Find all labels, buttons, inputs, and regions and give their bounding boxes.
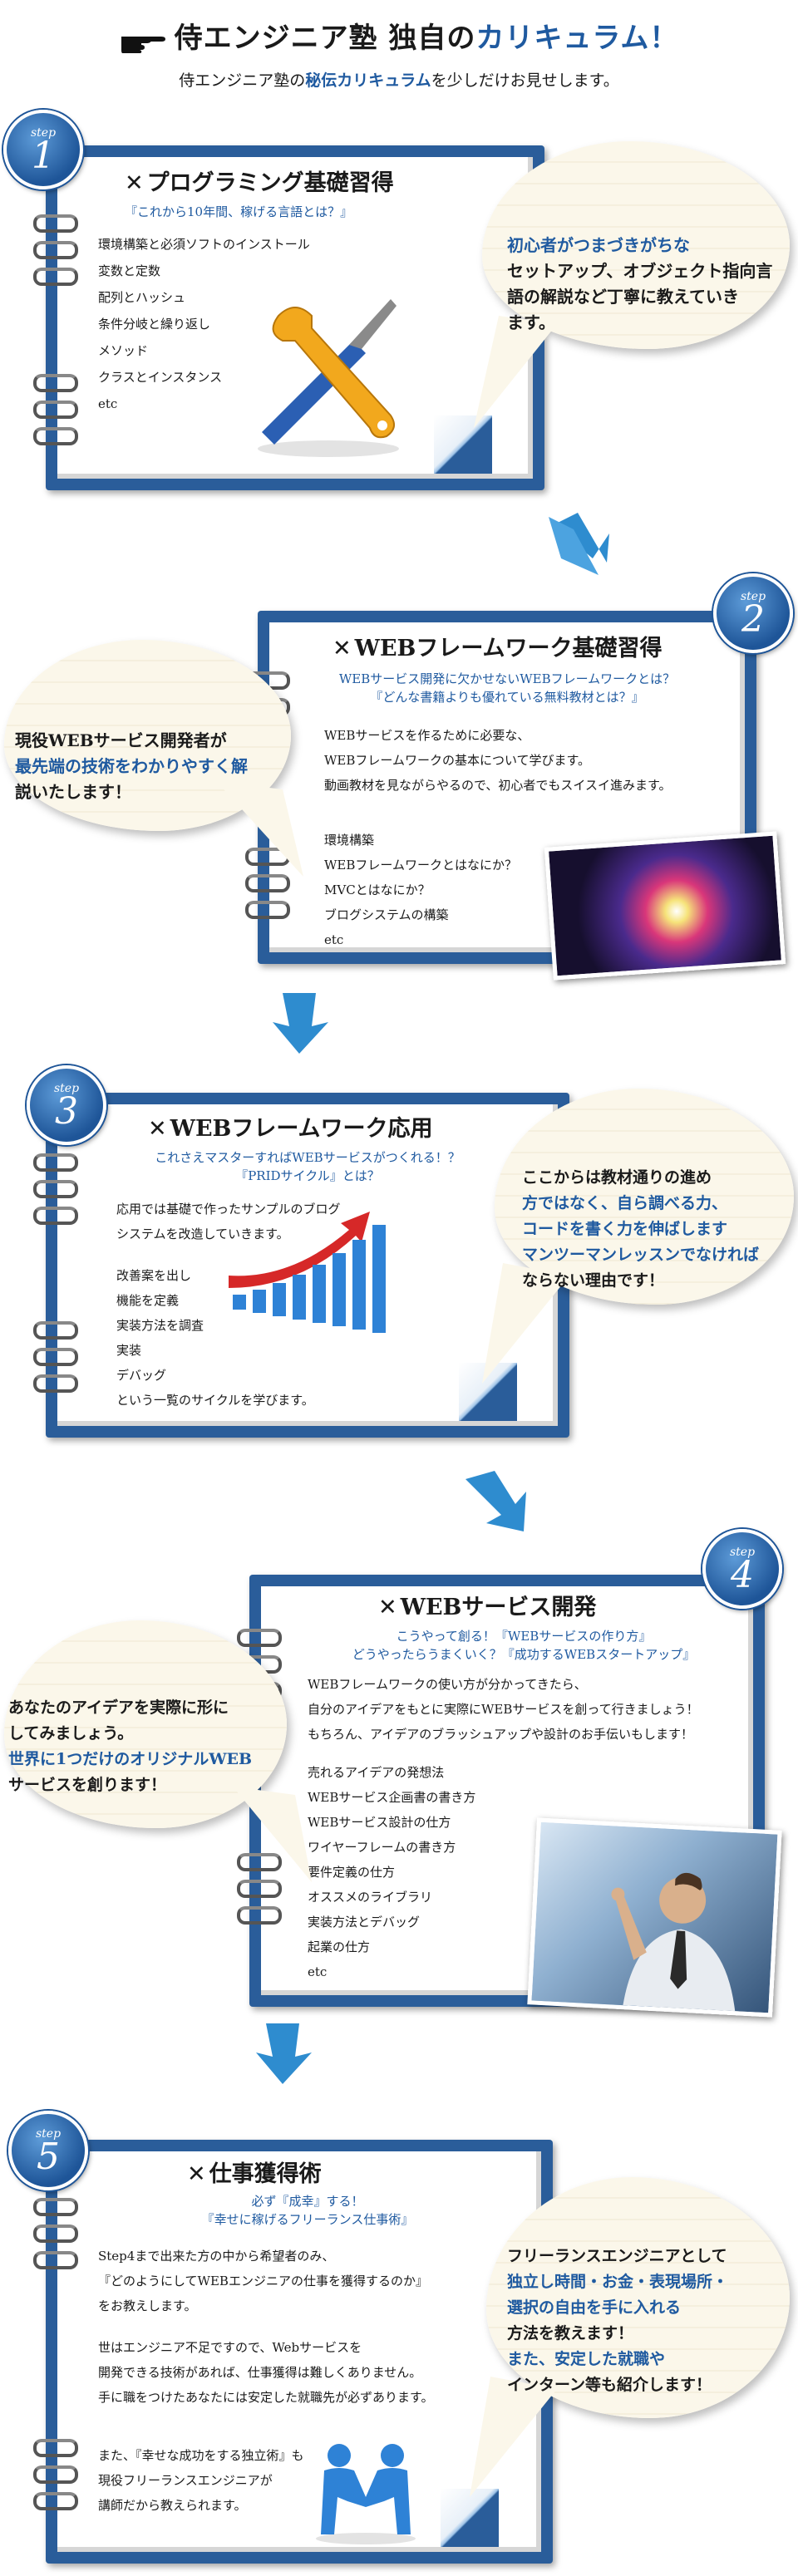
step1-lead: 『これから10年間、稼げる言語とは？』 [125,204,353,219]
growth-chart-illustration [229,1212,386,1333]
ring [33,241,78,259]
subtitle-accent: 秘伝カリキュラム [305,71,431,90]
ring [33,1374,78,1393]
subtitle-pre: 侍エンジニア塾の [179,71,306,90]
ring [33,2198,78,2216]
list-item: WEBサービス企画書の書き方 [308,1790,476,1805]
ring [33,268,78,286]
step5-badge: step 5 [8,2111,88,2190]
step1-title: ✕ プログラミング基礎習得 [125,170,394,196]
step3-lead: これさえマスターすればWEBサービスがつくれる！？ 『PRIDサイクル』とは？ [155,1150,461,1183]
list-item: ブログシステムの構築 [324,907,449,922]
ring [33,2439,78,2457]
list-item: WEBサービス設計の仕方 [308,1815,451,1830]
ring [245,901,290,919]
list-item: 実装 [116,1343,142,1358]
list-item: 要件定義の仕方 [308,1865,396,1880]
subtitle-post: を少しだけお見せします。 [431,71,619,90]
ring [33,1321,78,1340]
ring [33,374,78,392]
step2-lead: WEBサービス開発に欠かせないWEBフレームワークとは？ 『どんな書籍よりも優れ… [338,671,676,705]
list-item: 起業の仕方 [308,1939,371,1954]
step2-bubble-text: 現役WEBサービス開発者が 最先端の技術をわかりやすく解 説いたします！ [15,730,248,802]
bubble-tail [233,1787,312,1882]
ring [33,427,78,445]
list-item: etc [324,932,344,947]
step1-badge: step 1 [3,110,83,189]
list-item: 環境構築 [324,833,375,848]
handshake-figures-illustration [316,2444,416,2544]
step4-lead: こうやって創る！『WEBサービスの作り方』 どうやったらうまくいく？『成功するW… [352,1629,696,1662]
step5-paragraph-2: 世はエンジニア不足ですので、Webサービスを 開発できる技術があれば、仕事獲得は… [98,2340,434,2405]
step5-bubble-text: フリーランスエンジニアとして 独立し時間・お金・表現場所・ 選択の自由を手に入れ… [507,2247,729,2394]
list-item: ワイヤーフレームの書き方 [308,1840,456,1855]
ring [33,1348,78,1366]
step4-bubble-text: あなたのアイデアを実際に形に してみましょう。 世界に1つだけのオリジナルWEB… [8,1698,253,1794]
step2-paragraph: WEBサービスを作るために必要な、 WEBフレームワークの基本について学びます。… [324,728,672,793]
ring [237,1906,282,1925]
step5-paragraph-3: また、『幸せな成功をする独立術』も 現役フリーランスエンジニアが 講師だから教え… [98,2448,304,2513]
step3-badge: step 3 [27,1065,106,1145]
pointing-hand-icon [120,27,166,54]
ring [237,1629,282,1647]
page-title: 侍エンジニア塾 独自のカリキュラム！ [0,15,798,56]
step3-bubble-text: ここからは教材通りの進め 方ではなく、自ら調べる力、 コードを書く力を伸ばします… [522,1168,760,1290]
list-item: 実装方法とデバッグ [308,1915,421,1930]
down-arrow-icon [273,993,328,1054]
list-item: MVCとはなにか？ [324,882,431,897]
step2-list: 環境構築 WEBフレームワークとはなにか？ MVCとはなにか？ ブログシステムの… [324,828,517,952]
step3-title: ✕ WEBフレームワーク応用 [148,1116,433,1142]
page-subtitle: 侍エンジニア塾の秘伝カリキュラムを少しだけお見せします。 [0,68,798,91]
ring [33,214,78,233]
list-item: という一覧のサイクルを学びます。 [116,1393,314,1408]
ring [33,2251,78,2269]
ring [33,2225,78,2243]
list-item: 売れるアイデアの発想法 [308,1765,445,1780]
step4-badge: step 4 [702,1529,782,1609]
down-arrow-icon [256,2023,312,2084]
list-item: 環境構築と必須ソフトのインストール [98,237,310,252]
list-item: etc [308,1964,328,1979]
title-accent: カリキュラム！ [475,22,679,55]
step4-title: ✕ WEBサービス開発 [378,1595,597,1620]
list-item: 変数と定数 [98,263,161,278]
list-item: デバッグ [116,1368,167,1383]
ring [33,2492,78,2510]
ring [33,1153,78,1172]
ring [33,1180,78,1198]
ring [33,401,78,419]
down-arrow-icon [549,513,609,575]
list-item: オススメのライブラリ [308,1890,433,1905]
tech-light-image [544,831,786,981]
step4-list: 売れるアイデアの発想法 WEBサービス企画書の書き方 WEBサービス設計の仕方 … [308,1760,475,1984]
step5-title: ✕ 仕事獲得術 [187,2161,322,2187]
step1-bubble-text: 初心者がつまづきがちな セットアップ、オブジェクト指向言 語の解説など丁寧に教え… [507,235,773,332]
step2-badge: step 2 [713,573,793,653]
step4-paragraph: WEBフレームワークの使い方が分かってきたら、 自分のアイデアをもとに実際にWE… [308,1677,699,1742]
ring [33,1207,78,1225]
step5-paragraph-1: Step4まで出来た方の中から希望者のみ、 『どのようにしてWEBエンジニアの仕… [98,2249,428,2313]
list-item: WEBフレームワークとはなにか？ [324,858,517,873]
down-arrow-icon [466,1471,526,1531]
step2-title: ✕ WEBフレームワーク基礎習得 [332,636,663,661]
tools-illustration [258,299,399,457]
ring [33,2465,78,2484]
title-main: 侍エンジニア塾 独自の [174,22,476,55]
business-man-image [527,1817,782,2018]
step5-lead: 必ず『成幸』する！ 『幸せに稼げるフリーランス仕事術』 [201,2194,414,2227]
